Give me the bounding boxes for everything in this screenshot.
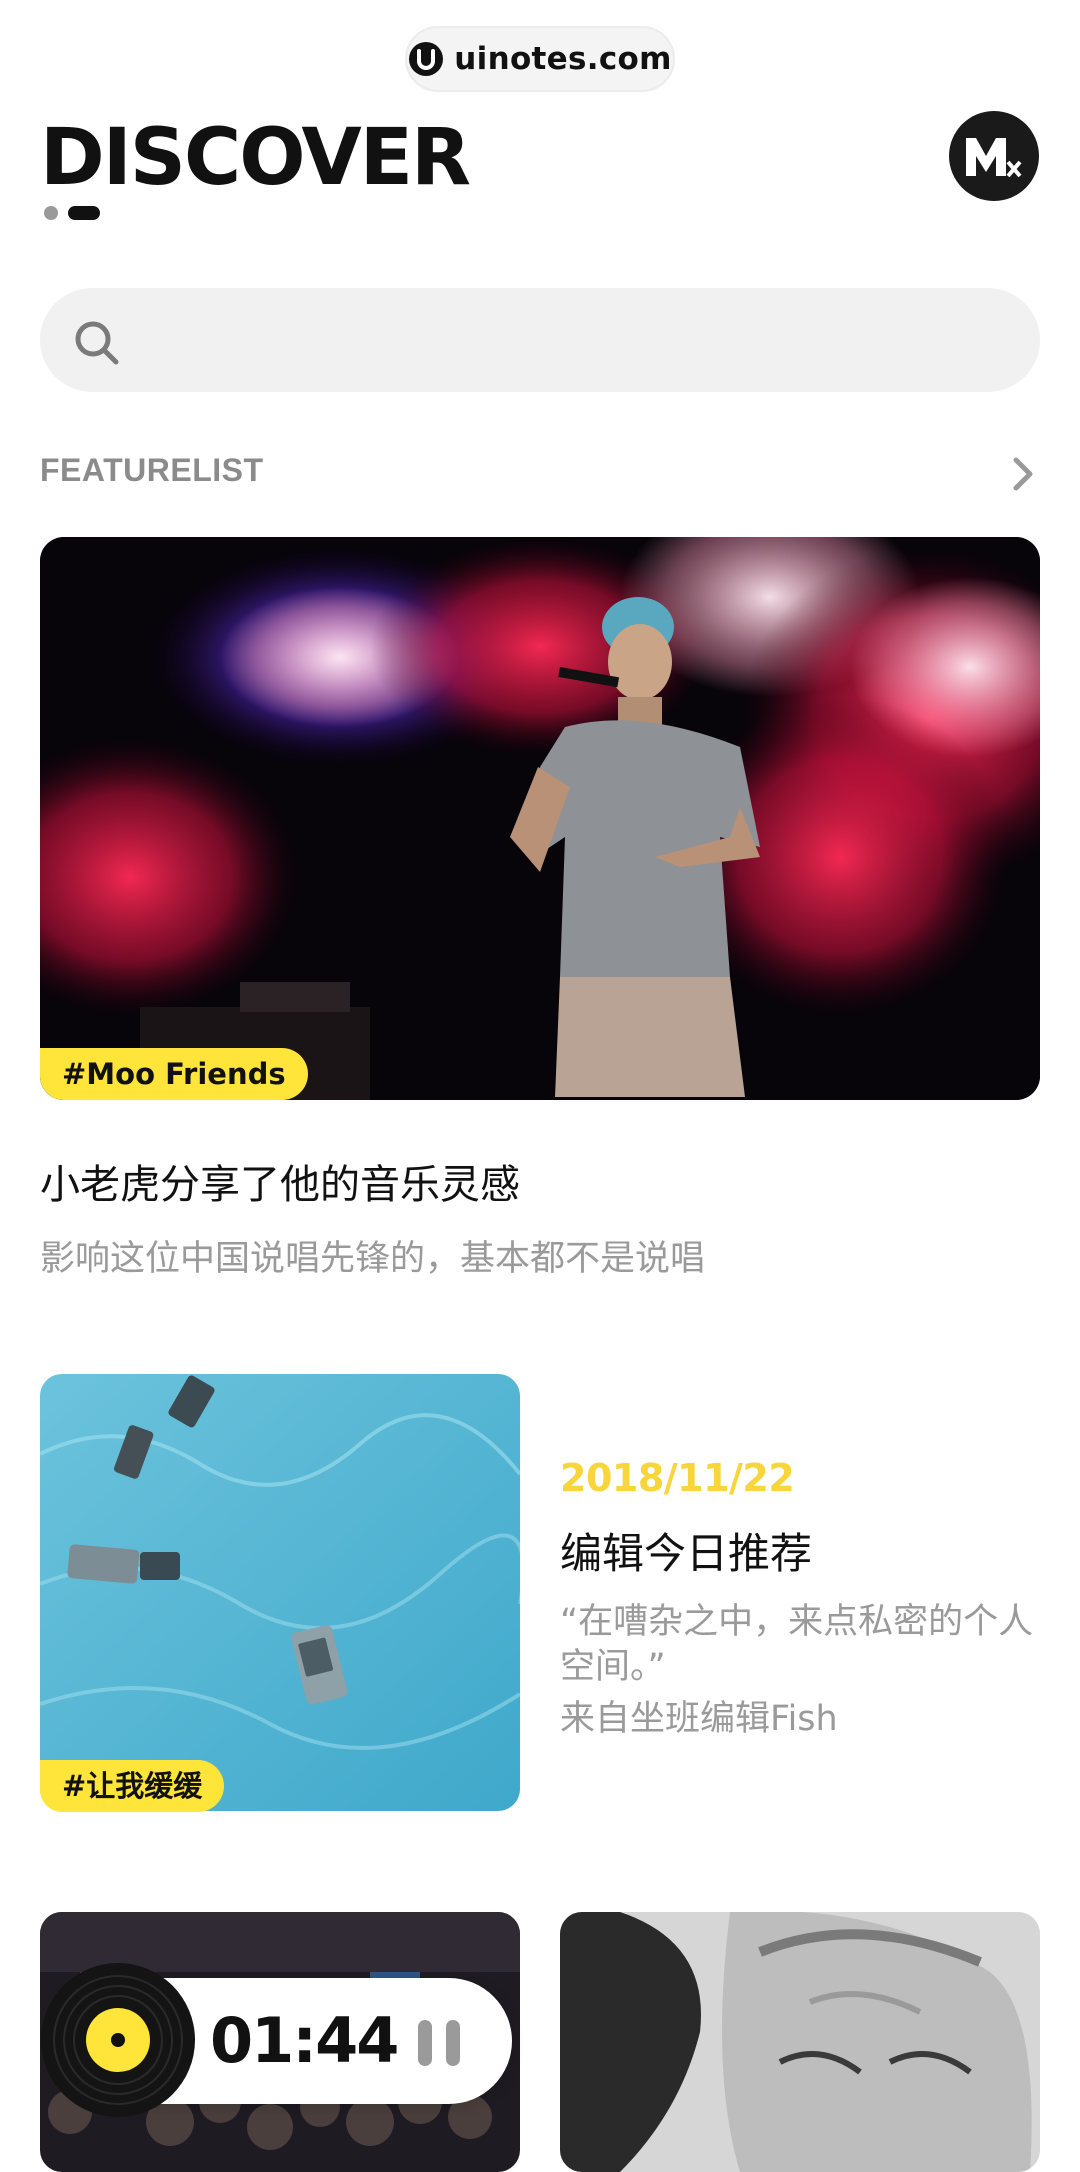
search-input[interactable] [40,288,1040,392]
concert-photo [40,537,1040,1100]
page-title: DISCOVER [40,113,471,203]
playback-time: 01:44 [210,2004,399,2077]
page-indicator-dot [44,206,58,220]
feature-subtitle: 影响这位中国说唱先锋的，基本都不是说唱 [40,1239,706,1279]
pause-icon[interactable] [418,2020,462,2066]
feature-card-image[interactable] [40,537,1040,1100]
section-title-featurelist: FEATURELIST [40,452,264,488]
chevron-right-icon[interactable] [1008,454,1038,494]
profile-avatar-button[interactable] [949,111,1039,201]
m-logo-icon [966,138,1022,178]
editor-card-tag[interactable]: #让我缓缓 [40,1760,225,1812]
pool-phones-photo [40,1374,520,1811]
editor-card-date: 2018/11/22 [560,1456,795,1500]
editor-card-image[interactable] [40,1374,520,1811]
feature-title[interactable]: 小老虎分享了他的音乐灵感 [40,1152,520,1210]
uinotes-logo-icon [409,42,444,76]
bw-portrait-card-image[interactable] [560,1912,1040,2172]
vinyl-record-icon[interactable] [40,1962,196,2118]
watermark-text: uinotes.com [454,41,672,77]
search-icon [75,321,119,365]
site-watermark: uinotes.com [405,26,675,92]
editor-card-author: 来自坐班编辑Fish [560,1699,838,1739]
page-indicator-active [68,206,100,220]
editor-card-quote: “在嘈杂之中，来点私密的个人空间。” [560,1602,1034,1687]
bw-portrait-photo [560,1912,1040,2172]
editor-card-title[interactable]: 编辑今日推荐 [560,1520,812,1581]
feature-tag[interactable]: #Moo Friends [40,1048,308,1100]
